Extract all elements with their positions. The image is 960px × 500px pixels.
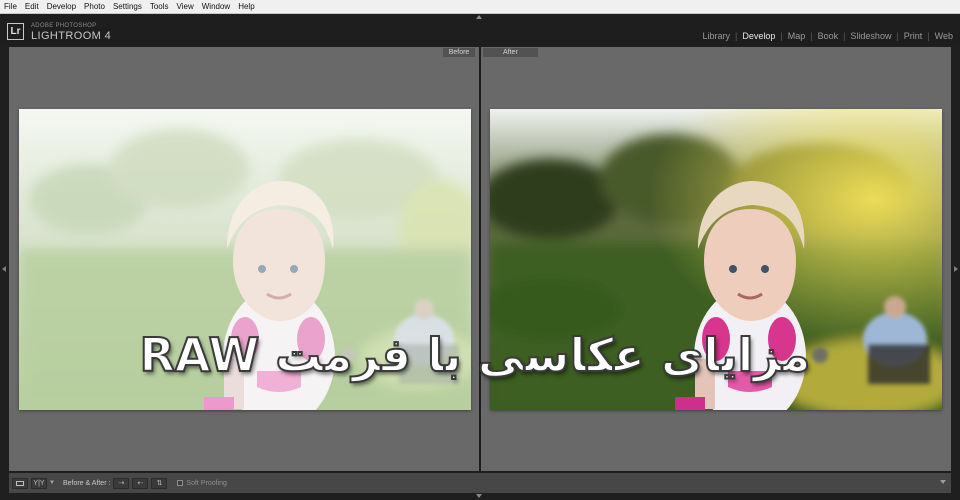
bottom-toolbar: Y|Y ▼ Before & After : ⇢ ⇠ ⇅ Soft Proofi… xyxy=(9,473,951,493)
view-mode-dropdown-icon[interactable]: ▼ xyxy=(49,480,55,486)
collapse-right-panel-arrow-icon[interactable] xyxy=(954,266,958,272)
module-develop[interactable]: Develop xyxy=(742,31,775,41)
before-after-workspace: Before After xyxy=(9,47,951,471)
menu-develop[interactable]: Develop xyxy=(47,2,76,11)
brand-product: LIGHTROOM 4 xyxy=(31,30,112,42)
lightroom-logo: Lr xyxy=(7,23,24,40)
collapse-top-panel-arrow-icon[interactable] xyxy=(476,15,482,19)
swap-icon: ⇅ xyxy=(156,480,163,487)
module-web[interactable]: Web xyxy=(935,31,953,41)
module-separator: | xyxy=(896,31,899,41)
menu-view[interactable]: View xyxy=(177,2,194,11)
module-separator: | xyxy=(780,31,783,41)
soft-proofing-label: Soft Proofing xyxy=(186,479,227,487)
module-book[interactable]: Book xyxy=(818,31,839,41)
before-after-label: Before & After : xyxy=(62,479,111,487)
module-print[interactable]: Print xyxy=(904,31,923,41)
module-separator: | xyxy=(927,31,930,41)
menu-window[interactable]: Window xyxy=(202,2,230,11)
module-map[interactable]: Map xyxy=(788,31,806,41)
menu-edit[interactable]: Edit xyxy=(25,2,39,11)
module-slideshow[interactable]: Slideshow xyxy=(850,31,891,41)
loupe-view-icon xyxy=(16,480,24,486)
menu-file[interactable]: File xyxy=(4,2,17,11)
loupe-view-button[interactable] xyxy=(12,477,28,489)
split-divider xyxy=(479,47,481,471)
module-separator: | xyxy=(810,31,813,41)
copy-settings-reverse-icon: ⇠ xyxy=(137,480,144,487)
brand-vendor: ADOBE PHOTOSHOP xyxy=(31,23,97,29)
copy-settings-icon: ⇢ xyxy=(118,480,125,487)
collapse-filmstrip-arrow-icon[interactable] xyxy=(476,494,482,498)
module-separator: | xyxy=(843,31,846,41)
before-label: Before xyxy=(443,48,475,57)
soft-proofing-checkbox[interactable] xyxy=(177,480,184,486)
copy-after-to-before-button[interactable]: ⇠ xyxy=(132,477,149,489)
menu-tools[interactable]: Tools xyxy=(150,2,169,11)
menu-settings[interactable]: Settings xyxy=(113,2,142,11)
module-picker: Library | Develop | Map | Book | Slidesh… xyxy=(702,31,953,41)
overlay-title: مزایای عکاسی با فرمت RAW xyxy=(138,327,811,383)
copy-before-to-after-button[interactable]: ⇢ xyxy=(113,477,130,489)
collapse-left-panel-arrow-icon[interactable] xyxy=(2,266,6,272)
menu-help[interactable]: Help xyxy=(238,2,254,11)
before-after-view-button[interactable]: Y|Y xyxy=(31,477,47,489)
after-label: After xyxy=(483,48,538,57)
menu-bar: File Edit Develop Photo Settings Tools V… xyxy=(0,0,960,14)
module-separator: | xyxy=(734,31,738,41)
toolbar-options-arrow-icon[interactable] xyxy=(940,480,946,484)
module-library[interactable]: Library xyxy=(702,31,730,41)
swap-before-after-button[interactable]: ⇅ xyxy=(151,477,168,489)
menu-photo[interactable]: Photo xyxy=(84,2,105,11)
